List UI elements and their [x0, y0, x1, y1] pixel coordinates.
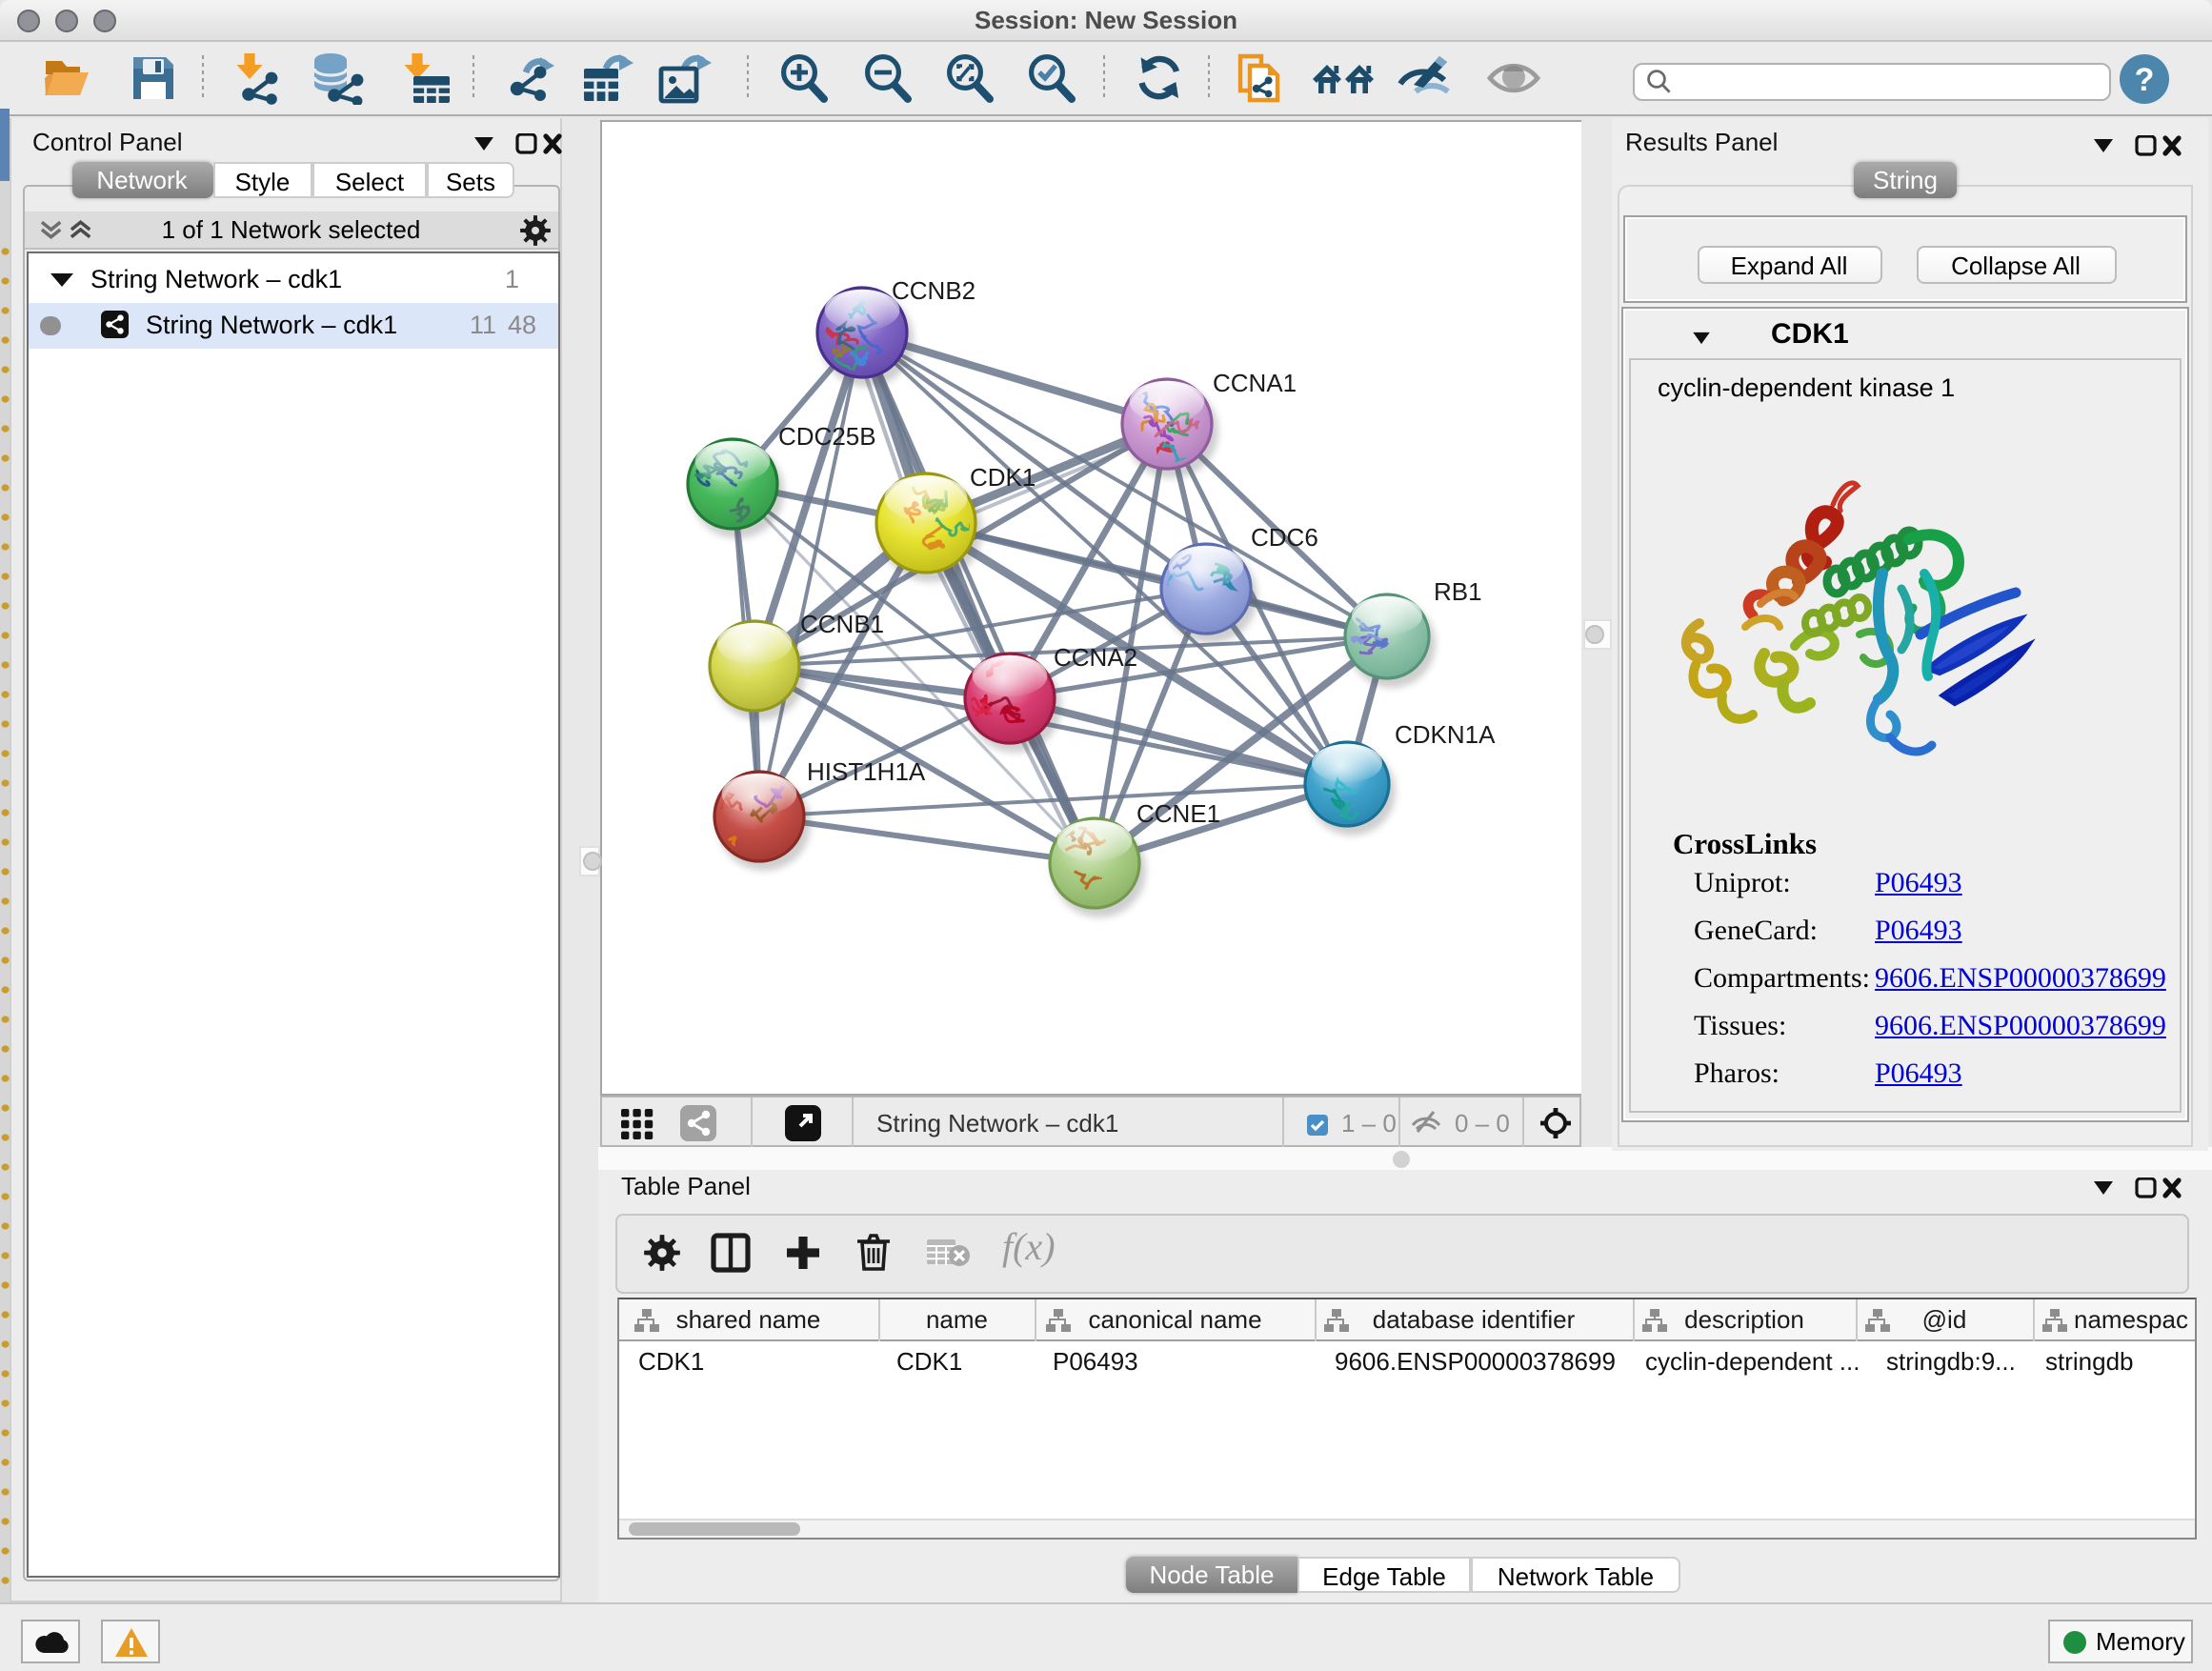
svg-text:?: ?: [2135, 62, 2155, 98]
svg-text:CDK1: CDK1: [970, 463, 1036, 492]
svg-text:CCNA1: CCNA1: [1213, 369, 1297, 397]
svg-text:RB1: RB1: [1434, 577, 1482, 606]
svg-text:CCNB2: CCNB2: [892, 276, 975, 305]
svg-text:CCNE1: CCNE1: [1136, 799, 1220, 828]
svg-text:HIST1H1A: HIST1H1A: [807, 757, 926, 786]
svg-text:CCNA2: CCNA2: [1054, 643, 1137, 672]
svg-text:CCNB1: CCNB1: [800, 610, 884, 638]
svg-text:CDKN1A: CDKN1A: [1395, 720, 1496, 749]
svg-text:CDC6: CDC6: [1251, 523, 1318, 552]
svg-text:CDC25B: CDC25B: [778, 422, 876, 451]
